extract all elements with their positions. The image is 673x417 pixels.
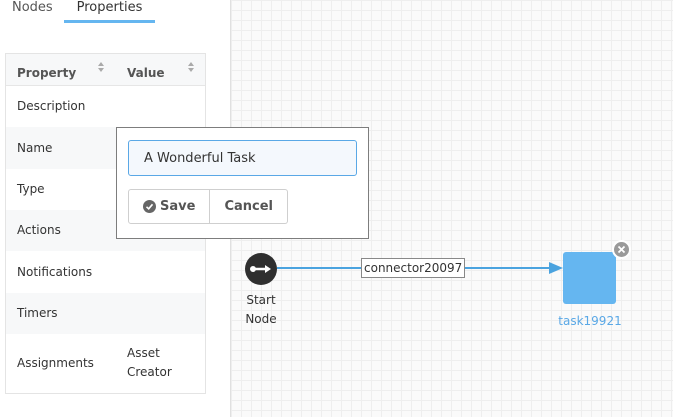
- start-node-label: Start Node: [245, 293, 277, 326]
- cancel-button[interactable]: Cancel: [210, 189, 288, 224]
- task-node-label[interactable]: task19921: [550, 314, 630, 328]
- close-icon[interactable]: [612, 240, 631, 259]
- save-button[interactable]: Save: [128, 189, 211, 224]
- name-editor-popover: Save Cancel: [116, 127, 369, 239]
- save-label: Save: [160, 199, 196, 214]
- editor-button-group: Save Cancel: [128, 189, 288, 224]
- check-circle-icon: [143, 200, 156, 213]
- arrow-head-icon: [549, 262, 563, 274]
- cancel-label: Cancel: [224, 199, 273, 214]
- name-input[interactable]: [128, 140, 357, 176]
- task-node[interactable]: [563, 252, 616, 304]
- connector-label[interactable]: connector20097: [361, 258, 466, 278]
- start-arrow-icon: [250, 265, 271, 273]
- start-node[interactable]: [245, 253, 277, 285]
